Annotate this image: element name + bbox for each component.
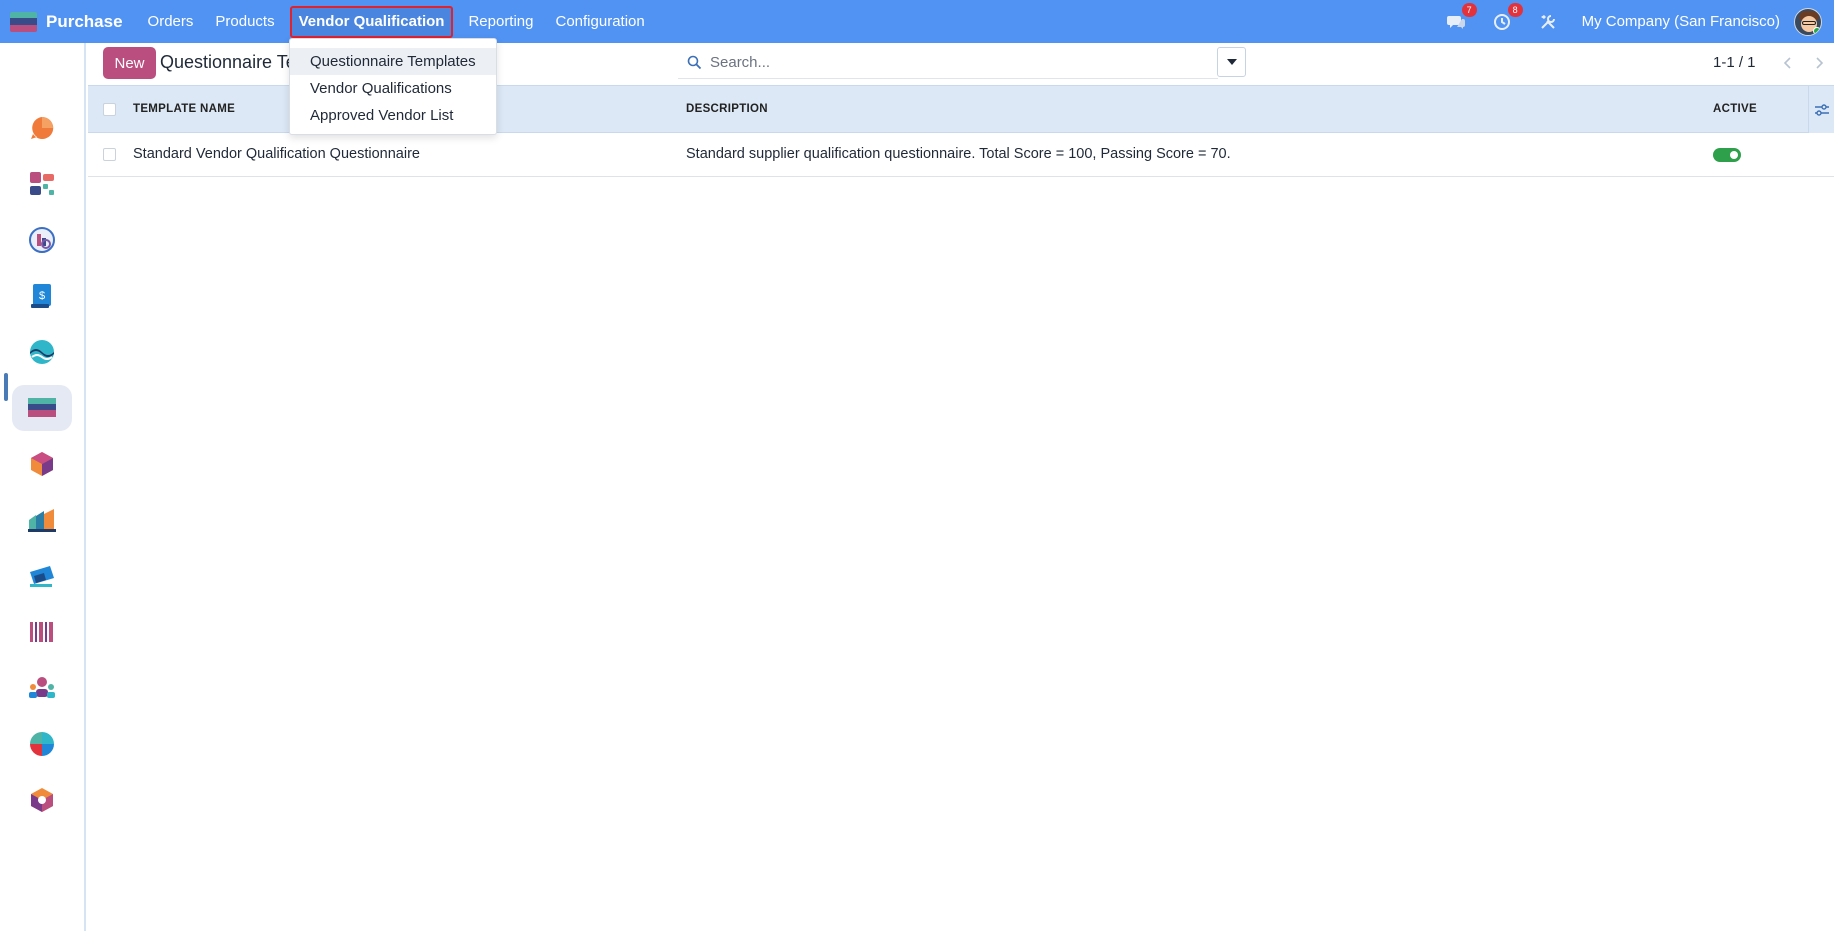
new-button[interactable]: New [103,47,156,79]
sidebar-app-manufacturing[interactable] [12,497,72,543]
clock-icon [1493,13,1510,30]
pager-next-button[interactable] [1807,49,1833,77]
select-all-checkbox[interactable] [103,103,116,116]
company-switcher[interactable]: My Company (San Francisco) [1582,13,1780,30]
column-header-description[interactable]: DESCRIPTION [686,103,768,115]
optional-columns-button[interactable] [1808,86,1834,133]
invoicing-app-icon: $ [31,284,51,308]
table-row[interactable]: Standard Vendor Qualification Questionna… [88,133,1834,177]
manufacturing-app-icon [28,509,56,532]
search-icon [678,55,710,70]
online-status-icon [1813,26,1821,35]
active-app-indicator [4,373,8,401]
sidebar-app-marketing[interactable] [12,553,72,599]
description-cell[interactable]: Standard supplier qualification question… [686,146,1231,162]
sidebar-app-crm[interactable] [12,217,72,263]
chevron-left-icon [1783,57,1791,69]
sidebar-app-invoicing[interactable]: $ [12,273,72,319]
chat-icon [1446,15,1465,29]
breadcrumb: Questionnaire Templates [160,52,300,72]
user-avatar[interactable] [1794,7,1822,36]
sidebar-app-planning[interactable] [12,721,72,767]
column-header-template-name[interactable]: TEMPLATE NAME [133,103,235,115]
purchase-app-icon [10,11,37,32]
dropdown-item-vendor-qualifications[interactable]: Vendor Qualifications [290,75,496,102]
crm-app-icon [29,227,55,253]
caret-down-icon [1226,59,1237,65]
planning-app-icon [30,732,54,756]
search-options-toggle[interactable] [1217,47,1246,77]
menu-orders[interactable]: Orders [137,8,205,36]
sidebar-app-inventory[interactable] [12,441,72,487]
svg-text:$: $ [39,290,45,302]
dropdown-item-approved-vendor-list[interactable]: Approved Vendor List [290,102,496,129]
tools-icon [1540,14,1555,29]
template-name-cell[interactable]: Standard Vendor Qualification Questionna… [133,146,420,162]
search-input[interactable] [710,54,1190,71]
purchase-app-icon [28,398,56,417]
sidebar-app-barcode[interactable] [12,609,72,655]
sidebar-app-discuss[interactable] [12,105,72,151]
main-menu: Orders Products Vendor Qualification Rep… [137,0,656,43]
menu-vendor-qualification[interactable]: Vendor Qualification [289,5,454,38]
app-sidebar: $ [0,43,86,931]
inventory-app-icon [31,452,53,476]
dropdown-item-questionnaire-templates[interactable]: Questionnaire Templates [290,48,496,75]
menu-products[interactable]: Products [204,8,285,36]
sidebar-app-website[interactable] [12,329,72,375]
menu-configuration[interactable]: Configuration [545,8,656,36]
sidebar-app-purchase[interactable] [12,385,72,431]
sidebar-app-dashboard[interactable] [12,161,72,207]
column-header-active[interactable]: ACTIVE [1713,103,1757,115]
app-brand[interactable]: Purchase [10,11,123,32]
activities-button[interactable]: 8 [1490,2,1523,34]
row-checkbox[interactable] [103,148,116,161]
active-toggle[interactable] [1713,148,1741,162]
activities-badge: 8 [1507,2,1523,17]
website-app-icon [30,340,54,364]
app-name: Purchase [46,11,123,31]
messages-badge: 7 [1461,2,1477,17]
chevron-right-icon [1816,57,1824,69]
discuss-app-icon [31,116,54,139]
sidebar-app-apps[interactable] [12,777,72,823]
pager-previous-button[interactable] [1774,49,1800,77]
pager-value[interactable]: 1-1 / 1 [1713,54,1756,71]
top-navbar: Purchase Orders Products Vendor Qualific… [0,0,1834,43]
messages-button[interactable]: 7 [1444,2,1477,34]
sliders-icon [1814,103,1829,116]
vendor-qualification-dropdown: Questionnaire Templates Vendor Qualifica… [289,38,497,135]
dashboard-app-icon [30,172,54,195]
marketing-app-icon [30,566,54,587]
apps-app-icon [31,788,53,812]
barcode-app-icon [30,622,53,642]
search-bar [678,47,1218,79]
debug-tools-button[interactable] [1536,10,1560,34]
sidebar-app-employees[interactable] [12,665,72,711]
employees-app-icon [29,677,55,698]
systray: 7 8 My Company (San Francisco) [1444,0,1834,43]
menu-reporting[interactable]: Reporting [457,8,544,36]
